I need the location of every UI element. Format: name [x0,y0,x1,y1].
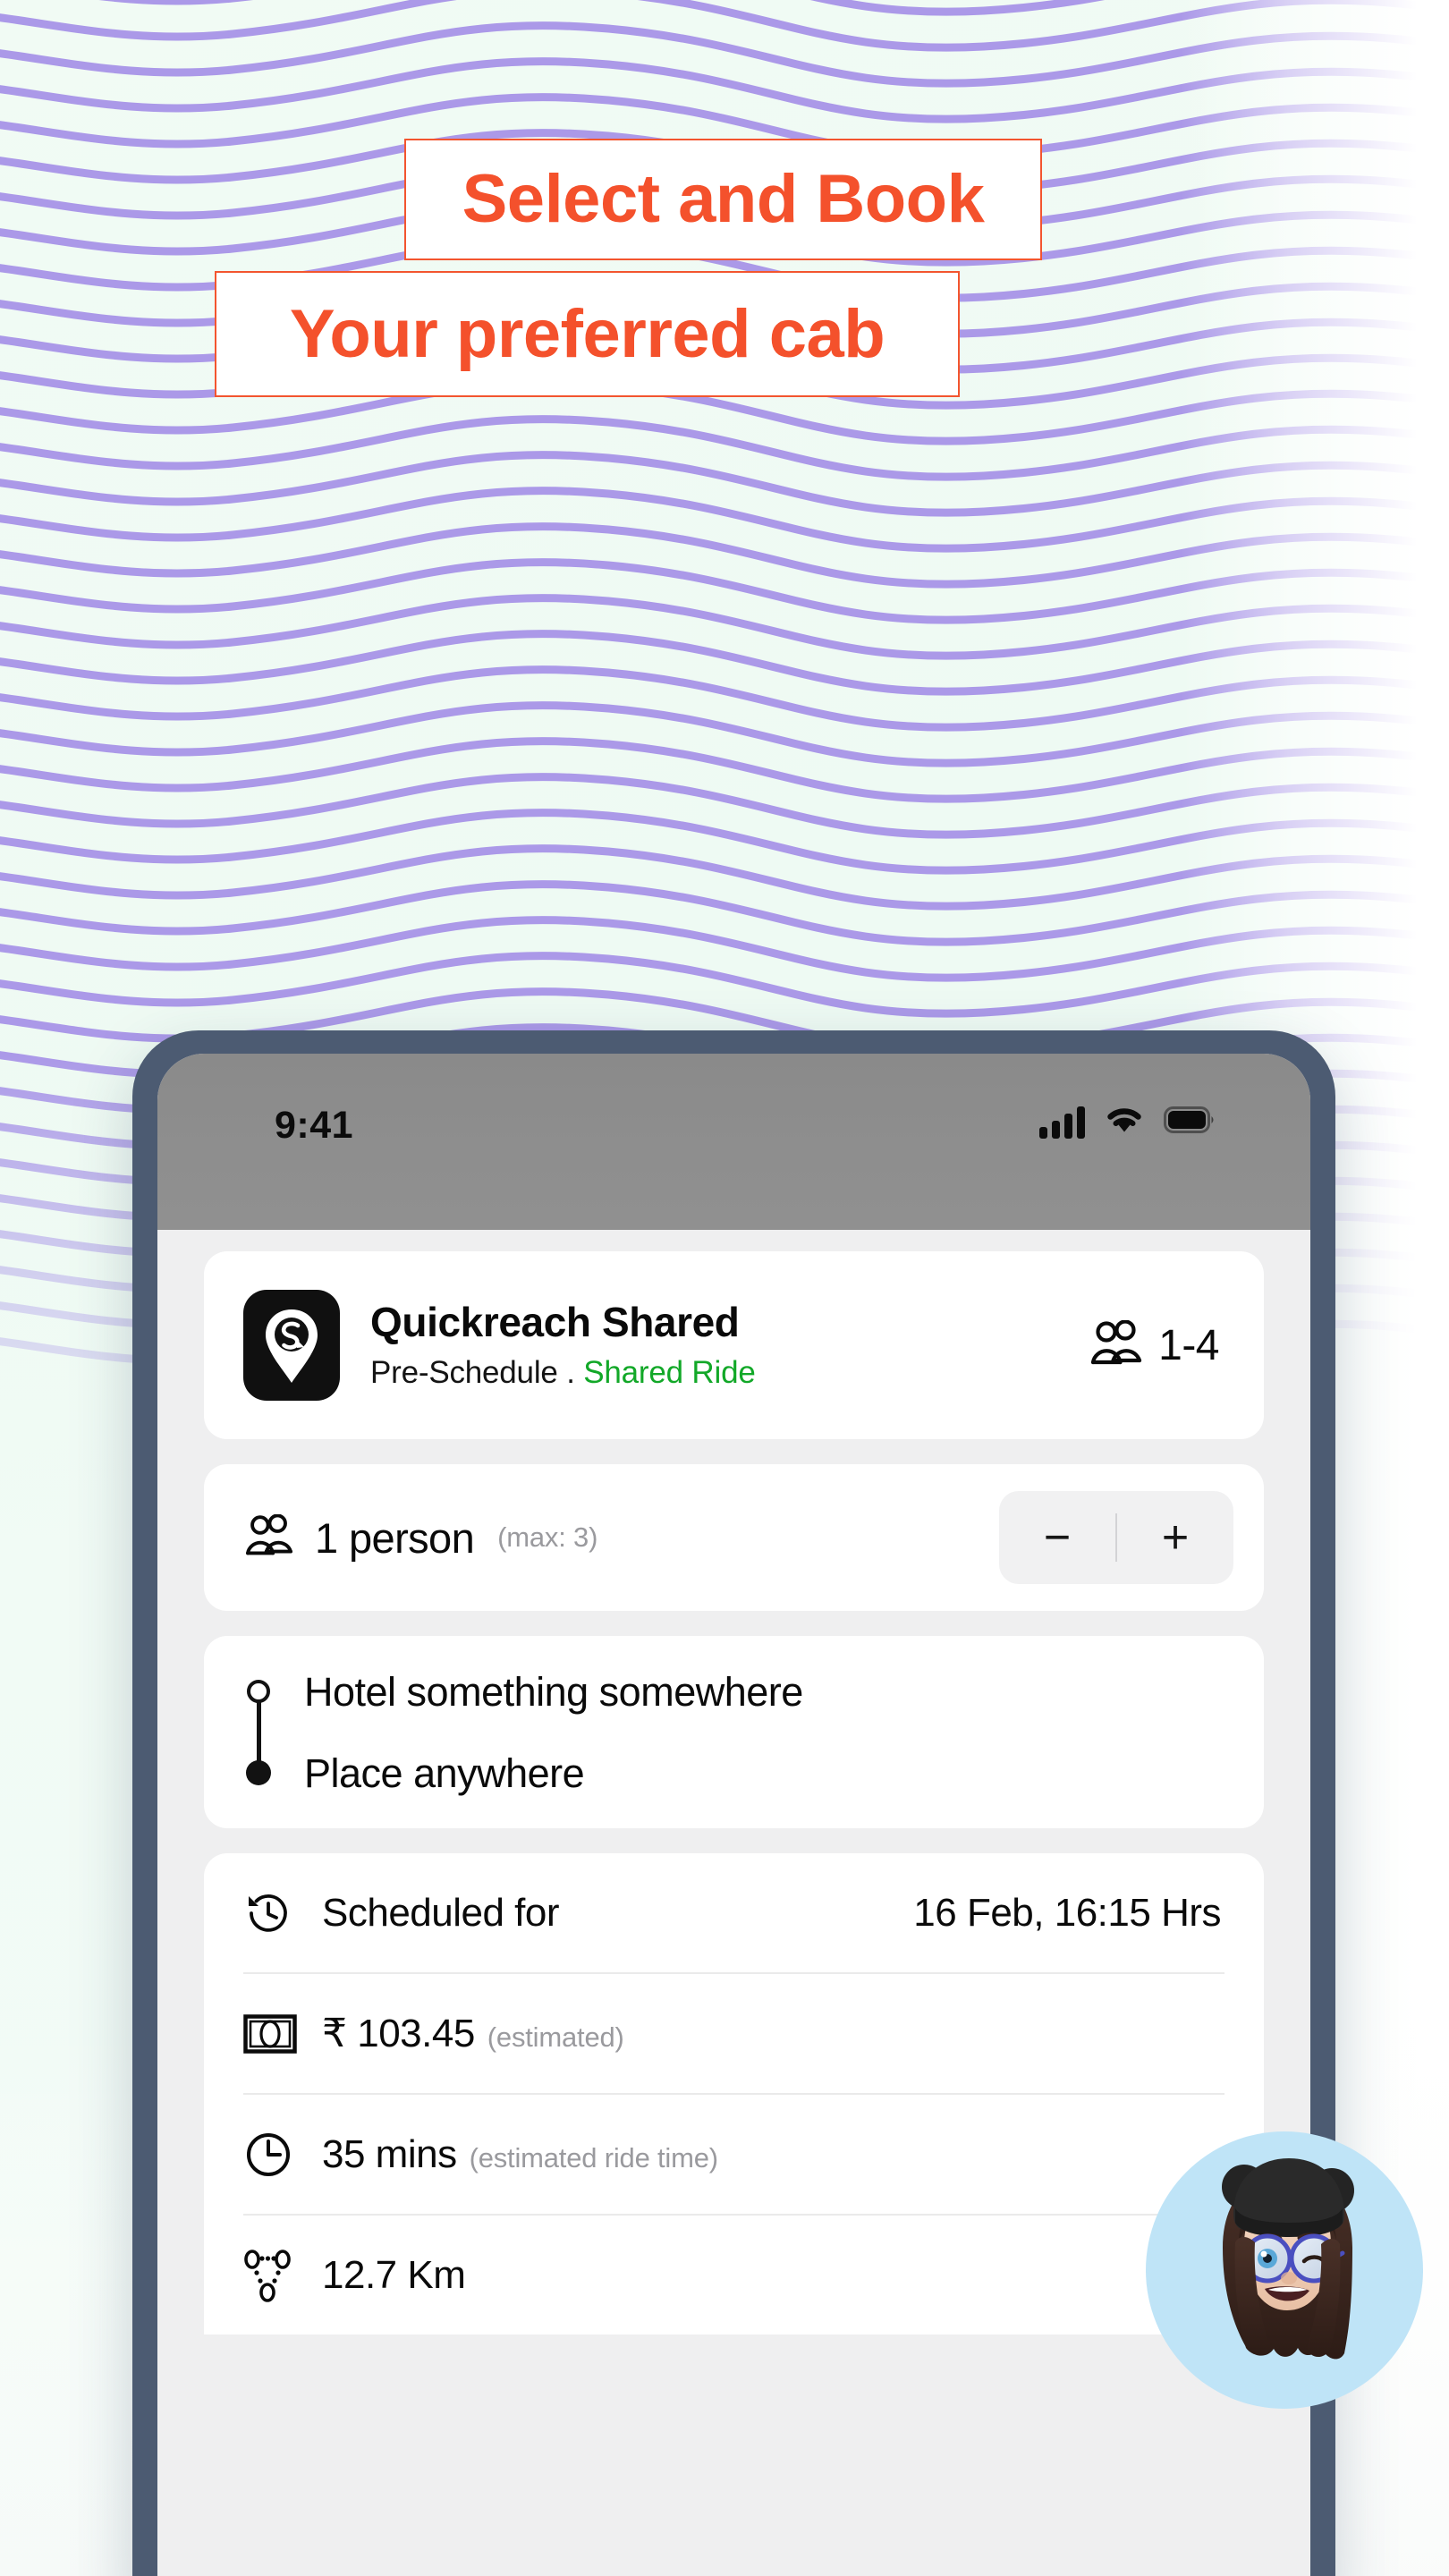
origin-circle-icon [247,1679,270,1703]
route-text-block: Hotel something somewhere Place anywhere [304,1672,803,1793]
status-bar: 9:41 [157,1054,1310,1230]
battery-full-icon [1164,1106,1216,1138]
headline-box-line1: Select and Book [404,139,1042,260]
headline-box-line2: Your preferred cab [215,271,960,397]
destination-dot-icon [246,1759,271,1785]
ride-details-card: Scheduled for 16 Feb, 16:15 Hrs ₹ 103.45… [204,1853,1264,2334]
banknote-icon [243,2013,302,2054]
detail-value-distance: 12.7 Km [322,2252,466,2297]
detail-value-fare: ₹ 103.45 [322,2012,475,2055]
detail-main-ride-time: 35 mins (estimated ride time) [322,2132,718,2177]
signal-bars-icon [1039,1106,1085,1139]
vehicle-title: Quickreach Shared [370,1298,740,1345]
headline-line2-text: Your preferred cab [289,295,886,372]
people-icon [243,1513,295,1562]
vehicle-subtitle-accent: Shared Ride [583,1355,756,1391]
passenger-count-display: 1 person (max: 3) [243,1513,999,1563]
detail-value-ride-time: 35 mins [322,2131,457,2176]
vehicle-card[interactable]: Quickreach Shared Pre-Schedule . Shared … [204,1251,1264,1439]
detail-row-scheduled: Scheduled for 16 Feb, 16:15 Hrs [243,1853,1224,1974]
clock-icon [243,2130,302,2180]
detail-main-distance: 12.7 Km [322,2252,466,2298]
detail-row-distance: 12.7 Km [243,2216,1224,2334]
phone-screen: 9:41 Quickreach Shared Pre-Schedule . Sh… [157,1054,1310,2576]
vehicle-subtitle: Pre-Schedule . Shared Ride [370,1355,1089,1391]
detail-main-fare: ₹ 103.45 (estimated) [322,2011,624,2056]
vehicle-text-block: Quickreach Shared Pre-Schedule . Shared … [370,1300,1089,1392]
history-clock-icon [243,1888,302,1938]
increment-button[interactable]: + [1117,1491,1233,1584]
route-card[interactable]: Hotel something somewhere Place anywhere [204,1636,1264,1828]
quickreach-pin-logo [243,1290,340,1401]
quantity-stepper: − + [999,1491,1233,1584]
phone-mockup: 9:41 Quickreach Shared Pre-Schedule . Sh… [132,1030,1335,2576]
status-bar-icons [1039,1105,1216,1140]
detail-row-fare: ₹ 103.45 (estimated) [243,1974,1224,2095]
detail-note-fare: (estimated) [487,2021,624,2053]
decrement-button[interactable]: − [999,1491,1115,1584]
route-waypoints-icon [243,2249,302,2302]
app-content: Quickreach Shared Pre-Schedule . Shared … [157,1230,1310,2576]
vehicle-capacity-value: 1-4 [1158,1321,1219,1369]
route-connector-line [256,1699,261,1763]
status-bar-time: 9:41 [275,1104,354,1147]
wifi-icon [1105,1105,1144,1140]
route-rail [243,1679,274,1785]
memoji-avatar [1146,2131,1423,2409]
headline-line1-text: Select and Book [462,161,985,237]
detail-row-ride-time: 35 mins (estimated ride time) [243,2095,1224,2216]
passenger-max-label: (max: 3) [497,1521,598,1553]
detail-label-scheduled: Scheduled for [322,1890,560,1935]
vehicle-subtitle-primary: Pre-Schedule . [370,1355,575,1391]
poster-stage: Select and Book Your preferred cab 9:41 [0,0,1449,2576]
people-icon [1089,1318,1144,1371]
passenger-count-card: 1 person (max: 3) − + [204,1464,1264,1611]
route-destination-text: Place anywhere [304,1750,585,1796]
passenger-count-label: 1 person [315,1513,475,1562]
vehicle-capacity: 1-4 [1089,1318,1219,1371]
detail-value-scheduled: 16 Feb, 16:15 Hrs [913,1890,1221,1935]
route-origin-text: Hotel something somewhere [304,1668,803,1715]
detail-note-ride-time: (estimated ride time) [469,2141,719,2174]
